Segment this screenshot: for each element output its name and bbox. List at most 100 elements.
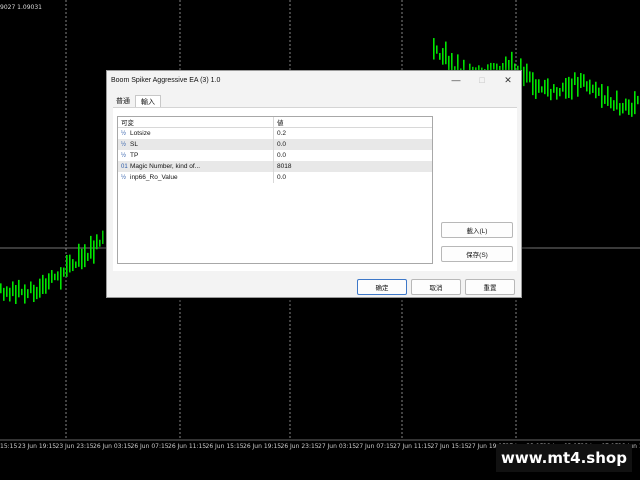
dialog-title: Boom Spiker Aggressive EA (3) 1.0 (111, 76, 221, 84)
candle (559, 88, 561, 97)
row-value[interactable]: 8018 (274, 161, 432, 172)
candle (66, 254, 68, 277)
column-header-variable[interactable]: 可変 (118, 117, 274, 127)
table-row[interactable]: ½ Lotsize 0.2 (118, 128, 432, 139)
candle (27, 289, 29, 299)
candle (15, 285, 17, 304)
candle (90, 235, 92, 259)
tab-common[interactable]: 普通 (111, 95, 135, 107)
row-name: Magic Number, kind of... (130, 163, 201, 170)
candle (78, 243, 80, 267)
minimize-button[interactable]: — (443, 71, 469, 89)
candle (12, 281, 14, 297)
row-value[interactable]: 0.2 (274, 128, 432, 139)
candle (622, 102, 624, 114)
candle (75, 261, 77, 268)
load-button[interactable]: 載入(L) (441, 222, 513, 238)
time-label: 26 Jun 03:15 (93, 443, 132, 450)
candle (562, 82, 564, 92)
candle (583, 74, 585, 87)
close-button[interactable]: ✕ (495, 71, 521, 89)
time-label: 26 Jun 11:15 (168, 443, 207, 450)
candle (87, 252, 89, 261)
integer-type-icon: 01 (121, 163, 128, 170)
row-value[interactable]: 0.0 (274, 150, 432, 161)
candle (63, 267, 65, 277)
table-header: 可変 値 (118, 117, 432, 128)
save-button[interactable]: 保存(S) (441, 246, 513, 262)
table-row[interactable]: ½ inp66_Ro_Value 0.0 (118, 172, 432, 183)
candle (637, 95, 639, 105)
candle (445, 41, 447, 65)
row-name: SL (130, 141, 138, 148)
inputs-table: 可変 値 ½ Lotsize 0.2 ½ SL 0.0 ½ TP 0.0 01 Magi… (117, 116, 433, 264)
double-type-icon: ½ (121, 141, 127, 148)
row-value[interactable]: 0.0 (274, 139, 432, 150)
candle (538, 79, 540, 93)
candle (72, 259, 74, 272)
candle (448, 55, 450, 71)
candle (69, 254, 71, 273)
candle (556, 87, 558, 100)
candle (6, 286, 8, 297)
time-label: 23 Jun 19:15 (18, 443, 57, 450)
maximize-button: □ (479, 75, 485, 85)
candle (631, 102, 633, 117)
dialog-titlebar[interactable]: Boom Spiker Aggressive EA (3) 1.0 — □ ✕ (107, 71, 521, 89)
candle (48, 273, 50, 290)
candle (96, 234, 98, 250)
candle (0, 283, 2, 294)
candle (523, 66, 525, 87)
ok-button[interactable]: 确定 (357, 279, 407, 295)
cancel-button[interactable]: 取消 (411, 279, 461, 295)
row-name: Lotsize (130, 130, 151, 137)
row-name: TP (130, 152, 139, 159)
double-type-icon: ½ (121, 174, 127, 181)
inputs-panel: 可変 値 ½ Lotsize 0.2 ½ SL 0.0 ½ TP 0.0 01 Magi… (113, 107, 517, 271)
column-header-value[interactable]: 値 (274, 117, 432, 127)
candle (54, 273, 56, 281)
candle (45, 278, 47, 294)
table-row[interactable]: ½ TP 0.0 (118, 150, 432, 161)
candle (39, 278, 41, 298)
candle (544, 79, 546, 95)
time-label: 27 Jun 07:15 (355, 443, 394, 450)
candle (607, 86, 609, 106)
candle (553, 84, 555, 93)
candle (625, 98, 627, 111)
candle (33, 284, 35, 303)
candle (619, 103, 621, 116)
candle (541, 86, 543, 93)
time-label: 27 Jun 11:15 (393, 443, 432, 450)
reset-button[interactable]: 重置 (465, 279, 515, 295)
candle (595, 81, 597, 99)
candle (547, 78, 549, 97)
candle (81, 248, 83, 270)
candle (616, 90, 618, 110)
candle (586, 81, 588, 92)
candle (535, 79, 537, 99)
candle (42, 274, 44, 294)
time-label: 26 Jun 23:15 (280, 443, 319, 450)
double-type-icon: ½ (121, 130, 127, 137)
table-row[interactable]: ½ SL 0.0 (118, 139, 432, 150)
candle (21, 288, 23, 296)
time-label: 26 Jun 07:15 (130, 443, 169, 450)
candle (568, 76, 570, 98)
candle (102, 230, 104, 244)
row-name: inp66_Ro_Value (130, 174, 178, 181)
ea-properties-dialog: Boom Spiker Aggressive EA (3) 1.0 — □ ✕ … (106, 70, 522, 298)
row-value[interactable]: 0.0 (274, 172, 432, 183)
time-label: 26 Jun 19:15 (243, 443, 282, 450)
candle (9, 287, 11, 302)
price-scale-label: 9027 1.09031 (0, 4, 42, 11)
candle (442, 48, 444, 65)
time-label: 23 Jun 23:15 (55, 443, 94, 450)
table-row[interactable]: 01 Magic Number, kind of... 8018 (118, 161, 432, 172)
candle (592, 84, 594, 93)
candle (580, 73, 582, 88)
candle (598, 87, 600, 96)
candle (51, 270, 53, 283)
candle (604, 95, 606, 104)
candle (574, 72, 576, 86)
